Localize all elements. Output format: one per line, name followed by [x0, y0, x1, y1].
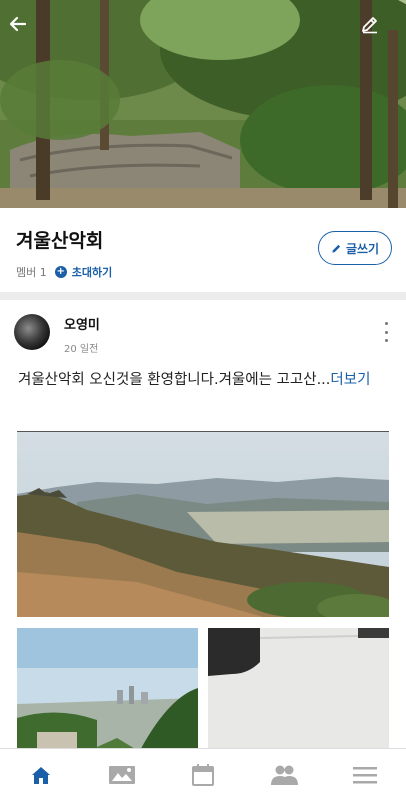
menu-icon: [353, 766, 378, 783]
pencil-icon: [331, 243, 342, 254]
post-author[interactable]: 오영미: [64, 314, 100, 333]
plus-circle-icon: +: [54, 266, 67, 278]
home-icon: [31, 766, 50, 784]
edit-cover-button[interactable]: [360, 14, 390, 44]
post-photo-city[interactable]: [17, 628, 198, 756]
calendar-icon: [192, 763, 214, 786]
avatar[interactable]: [14, 314, 50, 350]
member-info: 멤버 1 + 초대하기: [16, 264, 112, 280]
invite-button[interactable]: + 초대하기: [54, 264, 113, 280]
nav-photos[interactable]: [81, 749, 162, 800]
group-title: 겨울산악회: [16, 230, 104, 252]
pencil-icon: [362, 17, 377, 34]
nav-menu[interactable]: [325, 749, 406, 800]
post-photo-desk[interactable]: [208, 628, 389, 756]
city-view: [17, 628, 198, 756]
cover-photo: [0, 0, 406, 208]
desk-object: [208, 628, 389, 756]
write-post-label: 글쓰기: [345, 241, 380, 256]
nav-home[interactable]: [0, 749, 81, 800]
mountain-landscape: [17, 432, 389, 617]
read-more-link[interactable]: 더보기: [330, 372, 370, 388]
group-screen: 겨울산악회 멤버 1 + 초대하기 글쓰기 오영미 20 일전 겨울산악회 오신…: [0, 0, 406, 800]
photo-icon: [108, 765, 135, 784]
invite-label: 초대하기: [71, 266, 113, 279]
nav-members[interactable]: [244, 749, 325, 800]
more-vertical-icon[interactable]: [376, 320, 396, 344]
group-header: 겨울산악회 멤버 1 + 초대하기 글쓰기: [0, 208, 406, 292]
members-icon: [271, 765, 299, 785]
bottom-nav: [0, 748, 406, 800]
nav-calendar[interactable]: [162, 749, 243, 800]
back-button[interactable]: [8, 14, 38, 44]
post-card: 오영미 20 일전 겨울산악회 오신것을 환영합니다.겨울에는 고고산...더보…: [0, 292, 406, 756]
post-body: 겨울산악회 오신것을 환영합니다.겨울에는 고고산...더보기: [18, 368, 392, 393]
forest-scene: [0, 0, 406, 208]
write-post-button[interactable]: 글쓰기: [318, 231, 392, 265]
post-time: 20 일전: [64, 344, 99, 355]
post-photo-mountains[interactable]: [17, 431, 389, 617]
post-text: 겨울산악회 오신것을 환영합니다.겨울에는 고고산...: [18, 372, 331, 388]
back-arrow-icon: [9, 16, 27, 32]
member-count: 멤버 1: [16, 266, 47, 279]
